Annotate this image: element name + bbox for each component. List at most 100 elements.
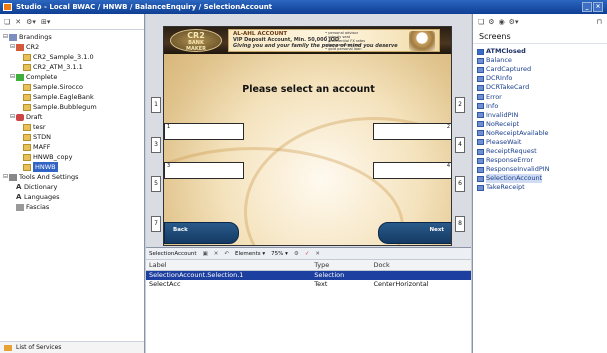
screen-item[interactable]: Balance (473, 56, 607, 65)
tree-item[interactable]: CR2_Sample_3.1.0 (2, 52, 144, 62)
screen-item[interactable]: SelectionAccount (473, 174, 607, 184)
back-button[interactable]: Back (164, 222, 239, 244)
screen-item[interactable]: ResponseInvalidPIN (473, 165, 607, 174)
screen-settings-icon[interactable]: ⚙ (488, 18, 494, 26)
tree-item[interactable]: ⊟ Brandings (2, 32, 144, 42)
pin-icon[interactable]: ⊓ (597, 18, 602, 26)
list-of-services-tab[interactable]: List of Services (0, 341, 144, 353)
screen-options-icon[interactable]: ⚙▾ (509, 18, 519, 26)
screen-item[interactable]: TakeReceipt (473, 183, 607, 192)
new-element-icon[interactable]: ▣ (203, 251, 208, 257)
expand-toggle-icon[interactable]: ⊟ (2, 172, 9, 182)
tree-item[interactable]: Sample.Sirocco (2, 82, 144, 92)
undo-icon[interactable]: ↶ (224, 251, 229, 257)
screen-item[interactable]: PleaseWait (473, 138, 607, 147)
column-label[interactable]: Label (146, 260, 312, 271)
tree-item[interactable]: ⊟ CR2 (2, 42, 144, 52)
account-slot-4[interactable]: 4 (373, 162, 451, 179)
tree-item-label: HNWB_copy (33, 153, 73, 161)
tree-item-label: CR2 (26, 43, 40, 51)
tree-item[interactable]: Sample.Bubblegum (2, 102, 144, 112)
screen-item[interactable]: ATMClosed (473, 47, 607, 56)
screen-icon (477, 84, 484, 91)
table-row[interactable]: SelectAcc Text CenterHorizontal (146, 280, 471, 289)
minimize-button[interactable]: _ (582, 2, 592, 12)
account-slot-3[interactable]: 3 (164, 162, 244, 179)
screen-preview-icon[interactable]: ◉ (499, 18, 505, 26)
tree-item[interactable]: CR2_ATM_3.1.1 (2, 62, 144, 72)
screen-item-label: PleaseWait (486, 137, 522, 146)
screen-item[interactable]: DCRInfo (473, 74, 607, 83)
options-icon[interactable]: ⚙▾ (26, 18, 36, 26)
screen-item[interactable]: Info (473, 102, 607, 111)
expand-toggle-icon[interactable]: ⊟ (2, 32, 9, 42)
screen-item[interactable]: Error (473, 92, 607, 101)
column-dock[interactable]: Dock (370, 260, 471, 271)
screen-item[interactable]: DCRTakeCard (473, 83, 607, 92)
check-icon[interactable]: ✓ (305, 251, 310, 257)
column-type[interactable]: Type (311, 260, 371, 271)
table-row[interactable]: SelectionAccount.Selection.1 Selection (146, 270, 471, 280)
screen-item[interactable]: InvalidPIN (473, 111, 607, 120)
tree-item[interactable]: Fascias (2, 202, 144, 212)
screens-list: ATMClosed Balance CardCaptured DCRInfo DCRTa… (473, 44, 607, 193)
screen-item[interactable]: NoReceiptAvailable (473, 129, 607, 138)
document-icon[interactable]: ❏ (4, 18, 10, 26)
elements-table: Label Type Dock SelectionAccount.Selecti… (146, 260, 471, 289)
table-icon (16, 203, 24, 211)
tree-item[interactable]: MAFF (2, 142, 144, 152)
tree-item[interactable]: Sample.EagleBank (2, 92, 144, 102)
screen-item-label: Info (486, 101, 499, 110)
close-button[interactable]: × (593, 2, 603, 12)
screen-item[interactable]: NoReceipt (473, 120, 607, 129)
tree-item-label: tesr (33, 123, 46, 131)
tree-item[interactable]: HNWB (2, 162, 144, 172)
app-icon (3, 3, 12, 11)
tree-item[interactable]: A Languages (2, 192, 144, 202)
screen-icon (477, 112, 484, 119)
expand-toggle-icon[interactable]: ⊟ (9, 72, 16, 82)
delete-icon[interactable]: ✕ (15, 18, 21, 26)
screen-new-icon[interactable]: ❏ (478, 18, 484, 26)
brandings-toolbar: ❏ ✕ ⚙▾ ⊞▾ (0, 14, 144, 30)
check-icon (16, 73, 24, 81)
tree-item-label: Sample.Bubblegum (33, 103, 97, 111)
screens-panel: ❏ ⚙ ◉ ⚙▾ ⊓ Screens ATMClosed Balance CardC… (472, 14, 607, 353)
screen-item[interactable]: CardCaptured (473, 65, 607, 74)
expand-toggle-icon[interactable]: ⊟ (9, 42, 16, 52)
close-icon[interactable]: ✕ (315, 251, 320, 257)
next-button[interactable]: Next (378, 222, 451, 244)
tree-item[interactable]: ⊟ Tools And Settings (2, 172, 144, 182)
ad-portrait-image (409, 31, 435, 51)
design-canvas: CR2 BANK MAKER AL-AHL ACCOUNT VIP Deposi… (146, 14, 471, 247)
delete-element-icon[interactable]: ✕ (214, 251, 219, 257)
screen-item[interactable]: ReceiptRequest (473, 147, 607, 156)
cr2-bank-logo: CR2 BANK MAKER (170, 29, 222, 52)
tree-item[interactable]: ⊟ Complete (2, 72, 144, 82)
tools-icon[interactable]: ⚙ (294, 251, 299, 257)
zoom-dropdown[interactable]: 75% ▾ (271, 251, 288, 257)
screen-item-label: DCRTakeCard (486, 83, 530, 92)
tree-item[interactable]: STDN (2, 132, 144, 142)
account-slot-2[interactable]: 2 (373, 123, 451, 140)
screen-icon (477, 57, 484, 64)
screen-icon (477, 94, 484, 101)
tree-item[interactable]: ⊟ Draft (2, 112, 144, 122)
elements-dropdown[interactable]: Elements ▾ (235, 251, 265, 257)
folder-icon (23, 93, 31, 101)
atm-screen-preview[interactable]: CR2 BANK MAKER AL-AHL ACCOUNT VIP Deposi… (163, 26, 452, 246)
folder-icon (23, 53, 31, 61)
account-slot-1[interactable]: 1 (164, 123, 244, 140)
screen-item-label: NoReceiptAvailable (486, 128, 549, 137)
tree-item-label: Draft (26, 113, 43, 121)
screen-item[interactable]: ResponseError (473, 156, 607, 165)
screen-icon (477, 184, 484, 191)
add-icon[interactable]: ⊞▾ (41, 18, 50, 26)
screen-name-label: SelectionAccount (149, 250, 197, 257)
tree-item[interactable]: A Dictionary (2, 182, 144, 192)
screen-icon (477, 75, 484, 82)
tree-item[interactable]: HNWB_copy (2, 152, 144, 162)
expand-toggle-icon[interactable]: ⊟ (9, 112, 16, 122)
tree-item[interactable]: tesr (2, 122, 144, 132)
screen-item-label: TakeReceipt (486, 183, 525, 192)
